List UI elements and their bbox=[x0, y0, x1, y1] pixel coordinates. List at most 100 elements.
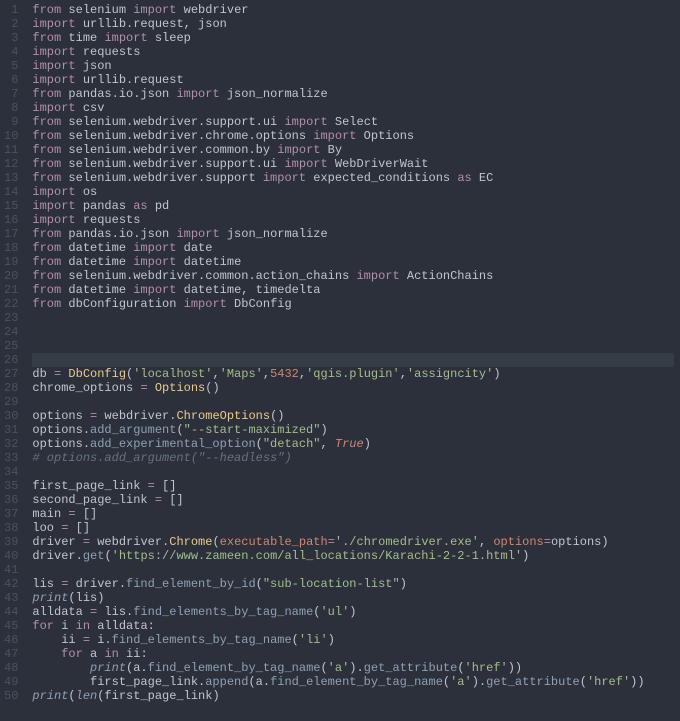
code-line[interactable]: options = webdriver.ChromeOptions() bbox=[32, 409, 674, 423]
code-line[interactable] bbox=[32, 353, 674, 367]
line-number: 36 bbox=[4, 493, 18, 507]
code-line[interactable]: from selenium.webdriver.common.by import… bbox=[32, 143, 674, 157]
line-number: 24 bbox=[4, 325, 18, 339]
line-number: 28 bbox=[4, 381, 18, 395]
code-line[interactable]: from time import sleep bbox=[32, 31, 674, 45]
code-line[interactable]: for i in alldata: bbox=[32, 619, 674, 633]
code-line[interactable]: main = [] bbox=[32, 507, 674, 521]
line-number: 39 bbox=[4, 535, 18, 549]
line-number: 5 bbox=[4, 59, 18, 73]
line-number: 14 bbox=[4, 185, 18, 199]
code-line[interactable]: from selenium.webdriver.support import e… bbox=[32, 171, 674, 185]
code-line[interactable] bbox=[32, 325, 674, 339]
code-line[interactable]: first_page_link.append(a.find_element_by… bbox=[32, 675, 674, 689]
line-number: 47 bbox=[4, 647, 18, 661]
code-line[interactable]: import pandas as pd bbox=[32, 199, 674, 213]
line-number: 32 bbox=[4, 437, 18, 451]
line-number: 10 bbox=[4, 129, 18, 143]
code-line[interactable]: from dbConfiguration import DbConfig bbox=[32, 297, 674, 311]
code-line[interactable] bbox=[32, 563, 674, 577]
line-number: 22 bbox=[4, 297, 18, 311]
code-line[interactable]: from datetime import datetime bbox=[32, 255, 674, 269]
line-number: 6 bbox=[4, 73, 18, 87]
code-editor[interactable]: 1234567891011121314151617181920212223242… bbox=[0, 0, 680, 706]
line-number: 1 bbox=[4, 3, 18, 17]
line-number: 41 bbox=[4, 563, 18, 577]
line-number: 3 bbox=[4, 31, 18, 45]
code-line[interactable]: import os bbox=[32, 185, 674, 199]
line-number: 48 bbox=[4, 661, 18, 675]
line-number: 42 bbox=[4, 577, 18, 591]
code-line[interactable] bbox=[32, 465, 674, 479]
code-line[interactable]: import urllib.request bbox=[32, 73, 674, 87]
line-number: 11 bbox=[4, 143, 18, 157]
line-number: 19 bbox=[4, 255, 18, 269]
code-line[interactable]: import urllib.request, json bbox=[32, 17, 674, 31]
code-line[interactable]: from pandas.io.json import json_normaliz… bbox=[32, 87, 674, 101]
line-number: 38 bbox=[4, 521, 18, 535]
line-number: 15 bbox=[4, 199, 18, 213]
line-number: 40 bbox=[4, 549, 18, 563]
line-number: 4 bbox=[4, 45, 18, 59]
line-number: 9 bbox=[4, 115, 18, 129]
code-line[interactable]: import requests bbox=[32, 45, 674, 59]
line-number: 34 bbox=[4, 465, 18, 479]
line-number: 49 bbox=[4, 675, 18, 689]
code-line[interactable]: chrome_options = Options() bbox=[32, 381, 674, 395]
line-number: 30 bbox=[4, 409, 18, 423]
line-number: 13 bbox=[4, 171, 18, 185]
code-line[interactable]: options.add_experimental_option("detach"… bbox=[32, 437, 674, 451]
code-line[interactable]: db = DbConfig('localhost','Maps',5432,'q… bbox=[32, 367, 674, 381]
line-number: 20 bbox=[4, 269, 18, 283]
line-number: 18 bbox=[4, 241, 18, 255]
code-line[interactable]: from datetime import datetime, timedelta bbox=[32, 283, 674, 297]
line-gutter: 1234567891011121314151617181920212223242… bbox=[0, 0, 26, 706]
code-line[interactable] bbox=[32, 311, 674, 325]
code-line[interactable]: alldata = lis.find_elements_by_tag_name(… bbox=[32, 605, 674, 619]
line-number: 23 bbox=[4, 311, 18, 325]
code-line[interactable]: driver = webdriver.Chrome(executable_pat… bbox=[32, 535, 674, 549]
code-line[interactable]: from selenium.webdriver.common.action_ch… bbox=[32, 269, 674, 283]
code-line[interactable]: from selenium.webdriver.support.ui impor… bbox=[32, 115, 674, 129]
code-line[interactable]: lis = driver.find_element_by_id("sub-loc… bbox=[32, 577, 674, 591]
line-number: 26 bbox=[4, 353, 18, 367]
code-line[interactable]: import json bbox=[32, 59, 674, 73]
line-number: 43 bbox=[4, 591, 18, 605]
code-area[interactable]: from selenium import webdriverimport url… bbox=[26, 0, 680, 706]
line-number: 45 bbox=[4, 619, 18, 633]
line-number: 29 bbox=[4, 395, 18, 409]
line-number: 12 bbox=[4, 157, 18, 171]
code-line[interactable]: second_page_link = [] bbox=[32, 493, 674, 507]
code-line[interactable]: import requests bbox=[32, 213, 674, 227]
code-line[interactable]: from selenium.webdriver.support.ui impor… bbox=[32, 157, 674, 171]
code-line[interactable]: first_page_link = [] bbox=[32, 479, 674, 493]
code-line[interactable]: from selenium.webdriver.chrome.options i… bbox=[32, 129, 674, 143]
line-number: 25 bbox=[4, 339, 18, 353]
code-line[interactable]: import csv bbox=[32, 101, 674, 115]
line-number: 50 bbox=[4, 689, 18, 703]
code-line[interactable]: print(a.find_element_by_tag_name('a').ge… bbox=[32, 661, 674, 675]
code-line[interactable]: driver.get('https://www.zameen.com/all_l… bbox=[32, 549, 674, 563]
line-number: 46 bbox=[4, 633, 18, 647]
line-number: 7 bbox=[4, 87, 18, 101]
code-line[interactable]: print(lis) bbox=[32, 591, 674, 605]
code-line[interactable]: from datetime import date bbox=[32, 241, 674, 255]
code-line[interactable]: print(len(first_page_link) bbox=[32, 689, 674, 703]
code-line[interactable]: ii = i.find_elements_by_tag_name('li') bbox=[32, 633, 674, 647]
line-number: 21 bbox=[4, 283, 18, 297]
code-line[interactable]: loo = [] bbox=[32, 521, 674, 535]
line-number: 8 bbox=[4, 101, 18, 115]
code-line[interactable]: from pandas.io.json import json_normaliz… bbox=[32, 227, 674, 241]
line-number: 35 bbox=[4, 479, 18, 493]
line-number: 37 bbox=[4, 507, 18, 521]
line-number: 17 bbox=[4, 227, 18, 241]
code-line[interactable] bbox=[32, 395, 674, 409]
code-line[interactable]: # options.add_argument("--headless") bbox=[32, 451, 674, 465]
line-number: 16 bbox=[4, 213, 18, 227]
code-line[interactable]: from selenium import webdriver bbox=[32, 3, 674, 17]
code-line[interactable] bbox=[32, 339, 674, 353]
code-line[interactable]: for a in ii: bbox=[32, 647, 674, 661]
line-number: 27 bbox=[4, 367, 18, 381]
code-line[interactable]: options.add_argument("--start-maximized"… bbox=[32, 423, 674, 437]
line-number: 31 bbox=[4, 423, 18, 437]
